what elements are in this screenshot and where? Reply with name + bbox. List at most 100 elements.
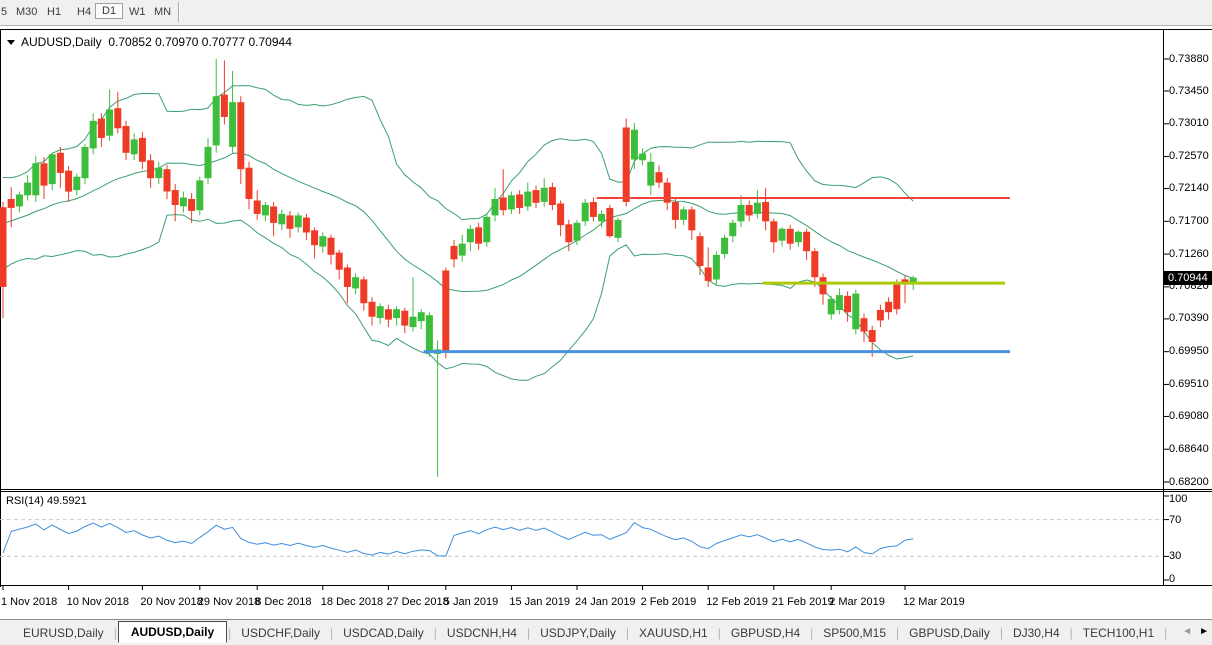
date-axis-label: 12 Mar 2019: [903, 596, 965, 608]
candle-body: [844, 296, 851, 312]
candle-body: [549, 187, 556, 205]
candle-body: [557, 204, 564, 226]
rsi-value: 49.5921: [47, 495, 87, 507]
candle-body: [492, 199, 499, 215]
chart-tab-sp500[interactable]: SP500,M15: [814, 623, 895, 643]
candle-body: [262, 205, 269, 215]
candle-body: [541, 188, 548, 202]
candle-body: [229, 102, 236, 147]
candle-body: [524, 192, 531, 207]
candle-body: [803, 232, 810, 251]
rsi-line: [3, 523, 913, 556]
date-axis-label: 8 Dec 2018: [255, 596, 311, 608]
candle-body: [73, 177, 80, 190]
candle-body: [172, 190, 179, 205]
candle-body: [147, 160, 154, 178]
rsi-axis-label: 30: [1169, 551, 1181, 562]
candle-body: [114, 108, 121, 128]
candle-body: [877, 310, 884, 320]
price-axis-label: 0.71260: [1169, 249, 1209, 260]
date-axis-label: 21 Feb 2019: [772, 596, 834, 608]
chart-tab-usdjpy[interactable]: USDJPY,Daily: [531, 623, 625, 643]
candle-body: [631, 130, 638, 160]
chart-tab-audusd[interactable]: AUDUSD,Daily: [118, 621, 227, 643]
candle-body: [770, 221, 777, 242]
candle-body: [393, 309, 400, 318]
tab-scroll-right-icon[interactable]: ►: [1199, 626, 1209, 637]
candle-body: [57, 153, 64, 173]
price-axis-label: 0.71700: [1169, 216, 1209, 227]
date-axis-label: 10 Nov 2018: [67, 596, 129, 608]
chart-tab-usdcad[interactable]: USDCAD,Daily: [334, 623, 433, 643]
candle-body: [369, 302, 376, 317]
date-axis-label: 2 Feb 2019: [641, 596, 697, 608]
candle-body: [32, 163, 39, 195]
tab-scroll-arrows: ◄►: [1178, 626, 1209, 637]
candle-body: [16, 195, 23, 207]
candle-body: [754, 203, 761, 214]
candle-body: [65, 171, 72, 192]
chart-tab-gbpusd[interactable]: GBPUSD,H4: [722, 623, 809, 643]
tab-scroll-left-icon[interactable]: ◄: [1182, 626, 1192, 637]
chart-tab-eurusd[interactable]: EURUSD,Daily: [14, 623, 113, 643]
chart-tab-usdchf[interactable]: USDCHF,Daily: [232, 623, 329, 643]
candle-body: [598, 214, 605, 221]
price-axis-label: 0.70390: [1169, 313, 1209, 324]
chart-tab-xauusd[interactable]: XAUUSD,H1: [630, 623, 717, 643]
price-axis-label: 0.73450: [1169, 86, 1209, 97]
chart-tab-tech100[interactable]: TECH100,H1: [1074, 623, 1163, 643]
price-axis-label: 0.70820: [1169, 281, 1209, 292]
candle-body: [311, 230, 318, 245]
rsi-axis-label: 70: [1169, 515, 1181, 526]
candle-body: [106, 110, 113, 136]
candle-body: [869, 330, 876, 342]
candle-body: [475, 227, 482, 243]
candle-body: [516, 195, 523, 208]
candle-body: [410, 317, 417, 327]
candle-body: [451, 246, 458, 259]
chart-dropdown-icon[interactable]: [7, 40, 15, 45]
candle-body: [828, 299, 835, 315]
candle-body: [467, 229, 474, 242]
candle-body: [82, 147, 89, 178]
candle-body: [303, 218, 310, 233]
candle-body: [852, 294, 859, 330]
candle-body: [131, 139, 138, 154]
chart-tab-usdcnh[interactable]: USDCNH,H4: [438, 623, 526, 643]
date-axis-label: 24 Jan 2019: [575, 596, 636, 608]
chart-tab-dj30[interactable]: DJ30,H4: [1004, 623, 1069, 643]
candle-body: [647, 162, 654, 186]
candle-body: [180, 198, 187, 207]
candle-body: [508, 195, 515, 209]
candle-body: [533, 190, 540, 203]
candle-body: [721, 238, 728, 254]
candle-body: [360, 279, 367, 303]
candle-body: [656, 172, 663, 182]
candle-body: [98, 119, 105, 138]
candle-body: [344, 268, 351, 287]
price-chart-canvas[interactable]: [0, 0, 1212, 645]
candle-body: [779, 229, 786, 241]
candle-body: [49, 154, 56, 184]
candle-body: [885, 302, 892, 312]
candle-body: [41, 163, 48, 185]
chart-title: AUDUSD,Daily 0.70852 0.70970 0.70777 0.7…: [7, 35, 292, 49]
chart-tab-gbpusd[interactable]: GBPUSD,Daily: [900, 623, 999, 643]
candle-body: [221, 95, 228, 117]
date-axis-label: 27 Dec 2018: [386, 596, 448, 608]
candle-body: [893, 285, 900, 310]
candle-body: [0, 207, 7, 287]
candle-body: [623, 128, 630, 203]
candle-body: [188, 199, 195, 211]
candle-body: [90, 121, 97, 149]
candle-body: [672, 202, 679, 220]
date-axis-label: 18 Dec 2018: [321, 596, 383, 608]
candle-body: [697, 236, 704, 266]
candle-body: [615, 220, 622, 238]
candle-body: [787, 229, 794, 244]
candle-body: [278, 214, 285, 224]
candle-body: [680, 209, 687, 219]
candle-body: [418, 312, 425, 321]
candle-body: [246, 168, 253, 199]
candle-body: [319, 236, 326, 246]
